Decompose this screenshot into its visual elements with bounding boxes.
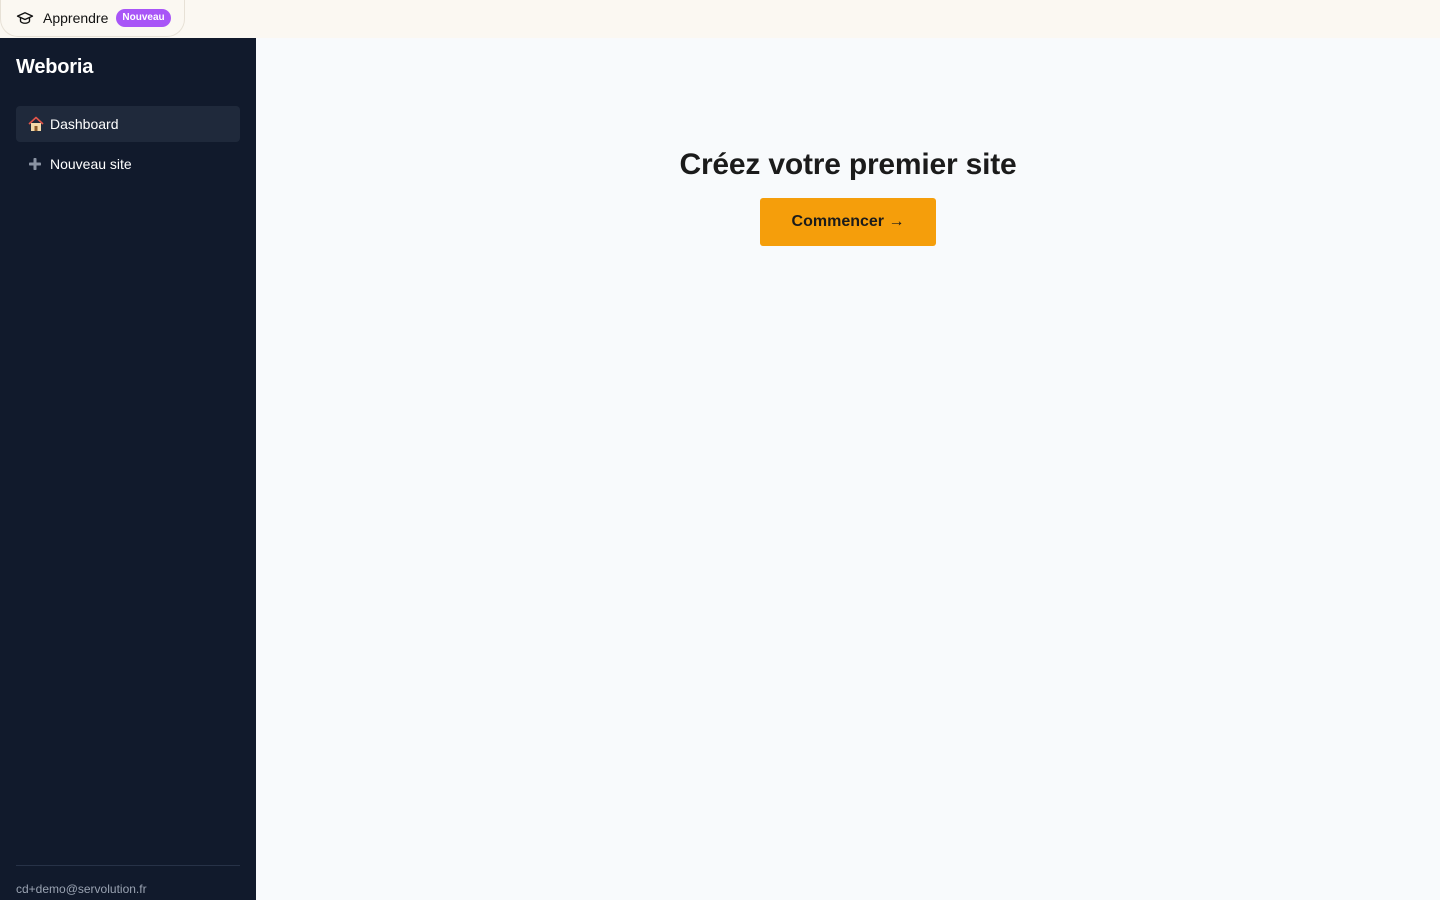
- start-button[interactable]: Commencer →: [760, 198, 936, 246]
- sidebar-nav: Dashboard Nouveau site: [16, 106, 240, 186]
- sidebar-footer: cd+demo@servolution.fr: [16, 865, 240, 900]
- top-bar: Apprendre Nouveau: [0, 0, 1440, 38]
- user-email: cd+demo@servolution.fr: [16, 882, 147, 896]
- main-content: Créez votre premier site Commencer →: [256, 38, 1440, 900]
- new-badge: Nouveau: [116, 9, 171, 27]
- learn-label: Apprendre: [43, 10, 109, 26]
- page-title: Créez votre premier site: [679, 148, 1017, 181]
- plus-icon: [28, 157, 46, 171]
- sidebar-item-label: Dashboard: [50, 116, 119, 132]
- empty-state: Créez votre premier site Commencer →: [256, 148, 1440, 246]
- sidebar-item-dashboard[interactable]: Dashboard: [16, 106, 240, 142]
- brand-logo[interactable]: Weboria: [16, 56, 93, 79]
- house-icon: [28, 116, 46, 132]
- learn-button[interactable]: Apprendre Nouveau: [0, 0, 185, 37]
- sidebar: Weboria Dashboard Nouveau site cd+demo@s…: [0, 38, 256, 900]
- sidebar-item-new-site[interactable]: Nouveau site: [16, 146, 240, 182]
- sidebar-item-label: Nouveau site: [50, 156, 132, 172]
- graduation-cap-icon: [15, 8, 35, 28]
